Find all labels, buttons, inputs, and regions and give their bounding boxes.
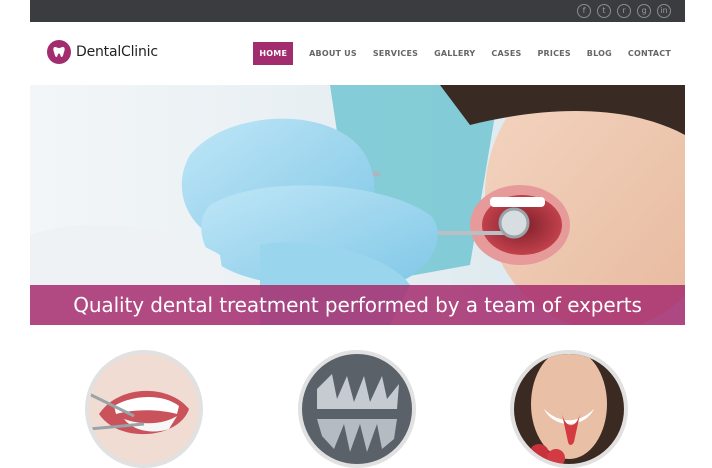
logo-text: DentalClinic [76, 44, 158, 60]
features-row [0, 348, 712, 468]
logo[interactable]: DentalClinic [47, 40, 158, 64]
nav-cases[interactable]: CASES [491, 49, 521, 58]
social-links: f t r g in [577, 4, 671, 18]
feature-smile-strawberry-photo[interactable] [510, 350, 628, 468]
top-bar: f t r g in [30, 0, 685, 22]
hero-tagline: Quality dental treatment performed by a … [73, 293, 642, 317]
hero-slider: Quality dental treatment performed by a … [30, 85, 685, 325]
feature-dental-tools-photo[interactable] [85, 350, 203, 468]
nav-blog[interactable]: BLOG [587, 49, 612, 58]
feature-xray-photo[interactable] [298, 350, 416, 468]
nav-home[interactable]: HOME [253, 42, 294, 65]
nav-services[interactable]: SERVICES [373, 49, 418, 58]
main-nav: HOME ABOUT US SERVICES GALLERY CASES PRI… [253, 42, 671, 65]
facebook-icon[interactable]: f [577, 4, 591, 18]
twitter-icon[interactable]: t [597, 4, 611, 18]
nav-gallery[interactable]: GALLERY [434, 49, 475, 58]
nav-contact[interactable]: CONTACT [628, 49, 671, 58]
hero-tagline-banner: Quality dental treatment performed by a … [30, 285, 685, 325]
linkedin-icon[interactable]: in [657, 4, 671, 18]
google-plus-icon[interactable]: g [637, 4, 651, 18]
nav-about-us[interactable]: ABOUT US [309, 49, 357, 58]
rss-icon[interactable]: r [617, 4, 631, 18]
tooth-icon [47, 40, 71, 64]
nav-prices[interactable]: PRICES [537, 49, 570, 58]
site-header: DentalClinic HOME ABOUT US SERVICES GALL… [30, 22, 685, 85]
